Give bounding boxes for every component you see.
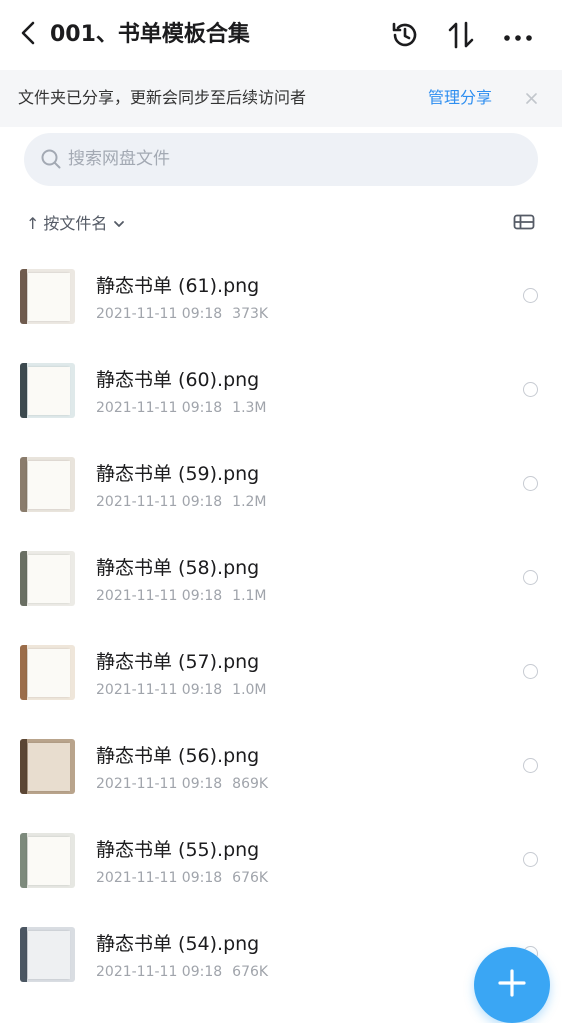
- file-name: 静态书单 (54).png: [96, 933, 260, 955]
- file-row[interactable]: 静态书单 (60).png 2021-11-11 09:18 1.3M: [0, 344, 562, 438]
- file-date: 2021-11-11 09:18: [96, 870, 223, 886]
- sort-direction-arrow: ↑: [26, 214, 40, 233]
- history-button[interactable]: [388, 20, 422, 54]
- select-checkbox[interactable]: [523, 664, 538, 679]
- file-thumbnail: [20, 363, 75, 418]
- file-name: 静态书单 (55).png: [96, 839, 260, 861]
- select-checkbox[interactable]: [523, 758, 538, 773]
- file-row[interactable]: 静态书单 (57).png 2021-11-11 09:18 1.0M: [0, 626, 562, 720]
- file-thumbnail: [20, 269, 75, 324]
- plus-icon: [497, 968, 527, 1002]
- chevron-left-icon: [20, 21, 36, 49]
- back-button[interactable]: [14, 18, 42, 52]
- file-meta: 2021-11-11 09:18 1.1M: [96, 586, 267, 606]
- sort-button[interactable]: [444, 20, 478, 54]
- file-meta: 2021-11-11 09:18 869K: [96, 774, 268, 794]
- file-size: 676K: [232, 870, 269, 886]
- share-banner: 文件夹已分享，更新会同步至后续访问者 管理分享: [0, 70, 562, 127]
- file-meta: 2021-11-11 09:18 676K: [96, 962, 268, 982]
- file-date: 2021-11-11 09:18: [96, 682, 223, 698]
- sort-bar: ↑ 按文件名: [0, 205, 562, 243]
- file-date: 2021-11-11 09:18: [96, 588, 223, 604]
- file-thumbnail: [20, 645, 75, 700]
- file-name: 静态书单 (57).png: [96, 651, 260, 673]
- file-size: 1.0M: [232, 682, 267, 698]
- select-checkbox[interactable]: [523, 570, 538, 585]
- file-meta: 2021-11-11 09:18 1.2M: [96, 492, 267, 512]
- top-nav-bar: 001、书单模板合集: [0, 0, 562, 70]
- view-mode-button[interactable]: [510, 213, 538, 235]
- file-meta: 2021-11-11 09:18 1.0M: [96, 680, 267, 700]
- file-size: 869K: [232, 776, 269, 792]
- list-view-icon: [513, 214, 535, 234]
- file-date: 2021-11-11 09:18: [96, 494, 223, 510]
- file-meta: 2021-11-11 09:18 373K: [96, 304, 268, 324]
- search-input[interactable]: [68, 141, 508, 177]
- file-thumbnail: [20, 551, 75, 606]
- file-name: 静态书单 (60).png: [96, 369, 260, 391]
- file-thumbnail: [20, 457, 75, 512]
- search-icon: [40, 148, 62, 170]
- close-icon: [525, 89, 537, 108]
- more-button[interactable]: [501, 20, 535, 54]
- file-row[interactable]: 静态书单 (56).png 2021-11-11 09:18 869K: [0, 720, 562, 814]
- file-size: 373K: [232, 306, 269, 322]
- file-date: 2021-11-11 09:18: [96, 306, 223, 322]
- select-checkbox[interactable]: [523, 288, 538, 303]
- file-size: 1.2M: [232, 494, 267, 510]
- sort-arrows-icon: [446, 19, 476, 55]
- file-row[interactable]: 静态书单 (55).png 2021-11-11 09:18 676K: [0, 814, 562, 908]
- file-size: 1.1M: [232, 588, 267, 604]
- file-date: 2021-11-11 09:18: [96, 964, 223, 980]
- share-notice-text: 文件夹已分享，更新会同步至后续访问者: [18, 88, 307, 107]
- sort-by-name-dropdown[interactable]: ↑ 按文件名: [26, 212, 125, 236]
- add-button[interactable]: [474, 947, 550, 1023]
- banner-close-button[interactable]: [520, 87, 542, 109]
- file-date: 2021-11-11 09:18: [96, 776, 223, 792]
- file-name: 静态书单 (61).png: [96, 275, 260, 297]
- more-dots-icon: [503, 28, 533, 47]
- select-checkbox[interactable]: [523, 476, 538, 491]
- file-date: 2021-11-11 09:18: [96, 400, 223, 416]
- file-name: 静态书单 (59).png: [96, 463, 260, 485]
- page-title: 001、书单模板合集: [50, 22, 250, 47]
- sort-label: 按文件名: [43, 214, 108, 233]
- file-row[interactable]: 静态书单 (59).png 2021-11-11 09:18 1.2M: [0, 438, 562, 532]
- file-meta: 2021-11-11 09:18 676K: [96, 868, 268, 888]
- file-size: 1.3M: [232, 400, 267, 416]
- file-meta: 2021-11-11 09:18 1.3M: [96, 398, 267, 418]
- chevron-down-icon: [113, 218, 125, 230]
- manage-share-link[interactable]: 管理分享: [428, 87, 492, 109]
- file-size: 676K: [232, 964, 269, 980]
- file-row[interactable]: 静态书单 (58).png 2021-11-11 09:18 1.1M: [0, 532, 562, 626]
- file-row[interactable]: 静态书单 (61).png 2021-11-11 09:18 373K: [0, 250, 562, 344]
- file-name: 静态书单 (58).png: [96, 557, 260, 579]
- select-checkbox[interactable]: [523, 852, 538, 867]
- history-icon: [389, 19, 421, 55]
- file-name: 静态书单 (56).png: [96, 745, 260, 767]
- file-thumbnail: [20, 833, 75, 888]
- file-thumbnail: [20, 927, 75, 982]
- search-bar[interactable]: [24, 133, 538, 186]
- file-thumbnail: [20, 739, 75, 794]
- select-checkbox[interactable]: [523, 382, 538, 397]
